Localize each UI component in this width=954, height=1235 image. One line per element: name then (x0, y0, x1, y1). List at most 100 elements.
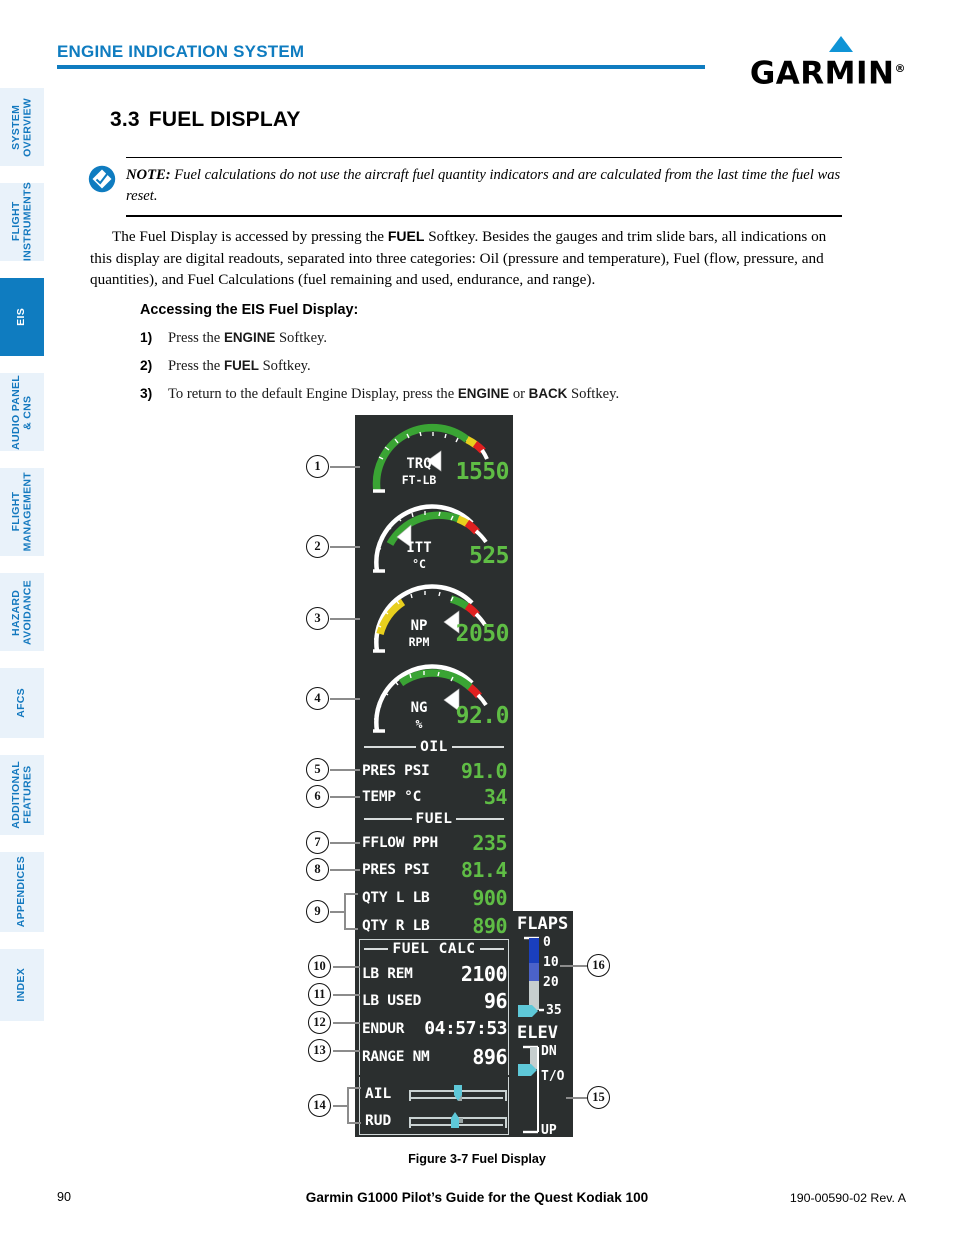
step-text-post: Softkey. (567, 386, 620, 402)
section-heading-fuel-calc: FUEL CALC (392, 941, 476, 957)
readout-lb-used: LB USED 96 (355, 987, 513, 1014)
callout-14: 14 (308, 1094, 331, 1117)
readout-endurance: ENDUR 04:57:53 (355, 1015, 513, 1042)
elev-tick-dn: DN (541, 1044, 557, 1059)
leader-4 (330, 698, 360, 700)
readout-label: QTY L LB (362, 889, 430, 906)
trim-track-ail[interactable] (409, 1084, 507, 1103)
callout-16: 16 (587, 954, 610, 977)
leader-11 (333, 994, 360, 996)
note-text: NOTE: Fuel calculations do not use the a… (126, 165, 842, 207)
section-divider-fuel: FUEL (355, 809, 513, 829)
callout-2: 2 (306, 535, 329, 558)
leader-12 (333, 1022, 360, 1024)
leader-14-bottom (347, 1122, 361, 1124)
gauge-itt-value: 525 (468, 543, 510, 569)
trim-pointer-rud-icon[interactable] (447, 1111, 465, 1130)
callout-5: 5 (306, 758, 329, 781)
gauge-np: NP RPM 2050 (355, 577, 513, 657)
leader-13 (333, 1050, 360, 1052)
intro-paragraph: The Fuel Display is accessed by pressing… (90, 226, 842, 291)
leader-9-bottom (344, 928, 358, 930)
section-heading-fuel: FUEL (415, 811, 453, 827)
garmin-triangle-icon (829, 36, 853, 52)
callout-6: 6 (306, 785, 329, 808)
callout-12: 12 (308, 1011, 331, 1034)
readout-value: 890 (472, 913, 507, 938)
leader-14-top (347, 1087, 361, 1089)
elev-title: ELEV (517, 1023, 558, 1043)
trim-track-rud[interactable] (409, 1111, 507, 1130)
callout-15: 15 (587, 1086, 610, 1109)
step-text: To return to the default Engine Display,… (168, 386, 619, 403)
trim-pointer-ail-icon[interactable] (450, 1084, 468, 1103)
callout-13: 13 (308, 1039, 331, 1062)
flaps-title: FLAPS (517, 914, 569, 934)
page-header: ENGINE INDICATION SYSTEM (57, 42, 705, 69)
readout-lb-rem: LB REM 2100 (355, 960, 513, 987)
callout-9: 9 (306, 900, 329, 923)
page-footer: 90 Garmin G1000 Pilot’s Guide for the Qu… (0, 1190, 954, 1210)
step-text-pre: Press the (168, 358, 224, 374)
sidebar-item-flight-instruments[interactable]: FLIGHT INSTRUMENTS (0, 182, 44, 262)
footer-doc-number: 190-00590-02 Rev. A (789, 1191, 906, 1205)
trim-label-rud: RUD (365, 1112, 392, 1129)
step-softkey-back: BACK (528, 386, 568, 401)
readout-oil-pres: PRES PSI 91.0 (355, 757, 513, 784)
flaps-elev-panel: FLAPS 0 10 20 35 ELEV DN T/O UP (513, 911, 573, 1138)
callout-4: 4 (306, 687, 329, 710)
section-number: 3.3 (110, 108, 140, 131)
garmin-wordmark: GARMIN® (749, 55, 906, 92)
header-rule (57, 65, 705, 69)
section-title: FUEL DISPLAY (148, 108, 301, 131)
step-number: 3) (140, 386, 153, 401)
readout-value: 2100 (460, 961, 508, 986)
manual-page: SYSTEM OVERVIEW FLIGHT INSTRUMENTS EIS A… (0, 0, 954, 1235)
leader-9-top (344, 893, 358, 895)
readout-value: 04:57:53 (424, 1018, 507, 1039)
figure-caption: Figure 3-7 Fuel Display (408, 1152, 546, 1166)
readout-value: 34 (483, 784, 508, 809)
note-label: NOTE: (126, 167, 171, 184)
sidebar-item-system-overview[interactable]: SYSTEM OVERVIEW (0, 88, 44, 166)
section-heading-oil: OIL (420, 739, 448, 755)
gauge-trq: TRQ FT-LB 1550 (355, 417, 513, 497)
readout-value: 235 (472, 830, 507, 855)
readout-fuel-qty-right: QTY R LB 890 (355, 912, 513, 939)
sidebar-item-eis[interactable]: EIS (0, 278, 44, 356)
step-number: 1) (140, 330, 153, 345)
note-icon (88, 165, 116, 193)
step-text: Press the FUEL Softkey. (168, 358, 311, 375)
leader-8 (330, 869, 360, 871)
step-softkey-engine: ENGINE (223, 330, 276, 345)
readout-oil-temp: TEMP °C 34 (355, 783, 513, 810)
step-number: 2) (140, 358, 153, 373)
callout-11: 11 (308, 983, 331, 1006)
divider-line-left (364, 818, 412, 820)
step-text: Press the ENGINE Softkey. (168, 330, 327, 347)
divider-line-right (479, 948, 505, 950)
procedure-step-2: 2) Press the FUEL Softkey. (140, 358, 840, 375)
leader-10 (333, 966, 360, 968)
trim-row-rudder: RUD (359, 1107, 509, 1134)
readout-label: LB REM (362, 965, 413, 982)
trim-row-aileron: AIL (359, 1080, 509, 1107)
procedure-title: Accessing the EIS Fuel Display: (140, 302, 359, 318)
callout-10: 10 (308, 955, 331, 978)
readout-value: 91.0 (460, 758, 508, 783)
procedure-step-1: 1) Press the ENGINE Softkey. (140, 330, 840, 347)
readout-fuel-qty-left: QTY L LB 900 (355, 884, 513, 911)
readout-value: 896 (472, 1044, 507, 1069)
divider-line-left (364, 746, 417, 748)
step-softkey-fuel: FUEL (223, 358, 259, 373)
step-softkey-engine: ENGINE (457, 386, 510, 401)
step-text-mid: or (509, 386, 529, 402)
flaps-tick-20: 20 (543, 975, 559, 990)
divider-line-left (364, 948, 389, 950)
readout-value: 900 (472, 885, 507, 910)
section-divider-oil: OIL (355, 737, 513, 757)
eis-display-panel: TRQ FT-LB 1550 ITT °C 525 NP RPM 2050 NG… (355, 415, 513, 1137)
gauge-np-value: 2050 (455, 621, 510, 647)
procedure-step-3: 3) To return to the default Engine Displ… (140, 386, 840, 403)
sidebar-item-label: EIS (15, 308, 28, 326)
